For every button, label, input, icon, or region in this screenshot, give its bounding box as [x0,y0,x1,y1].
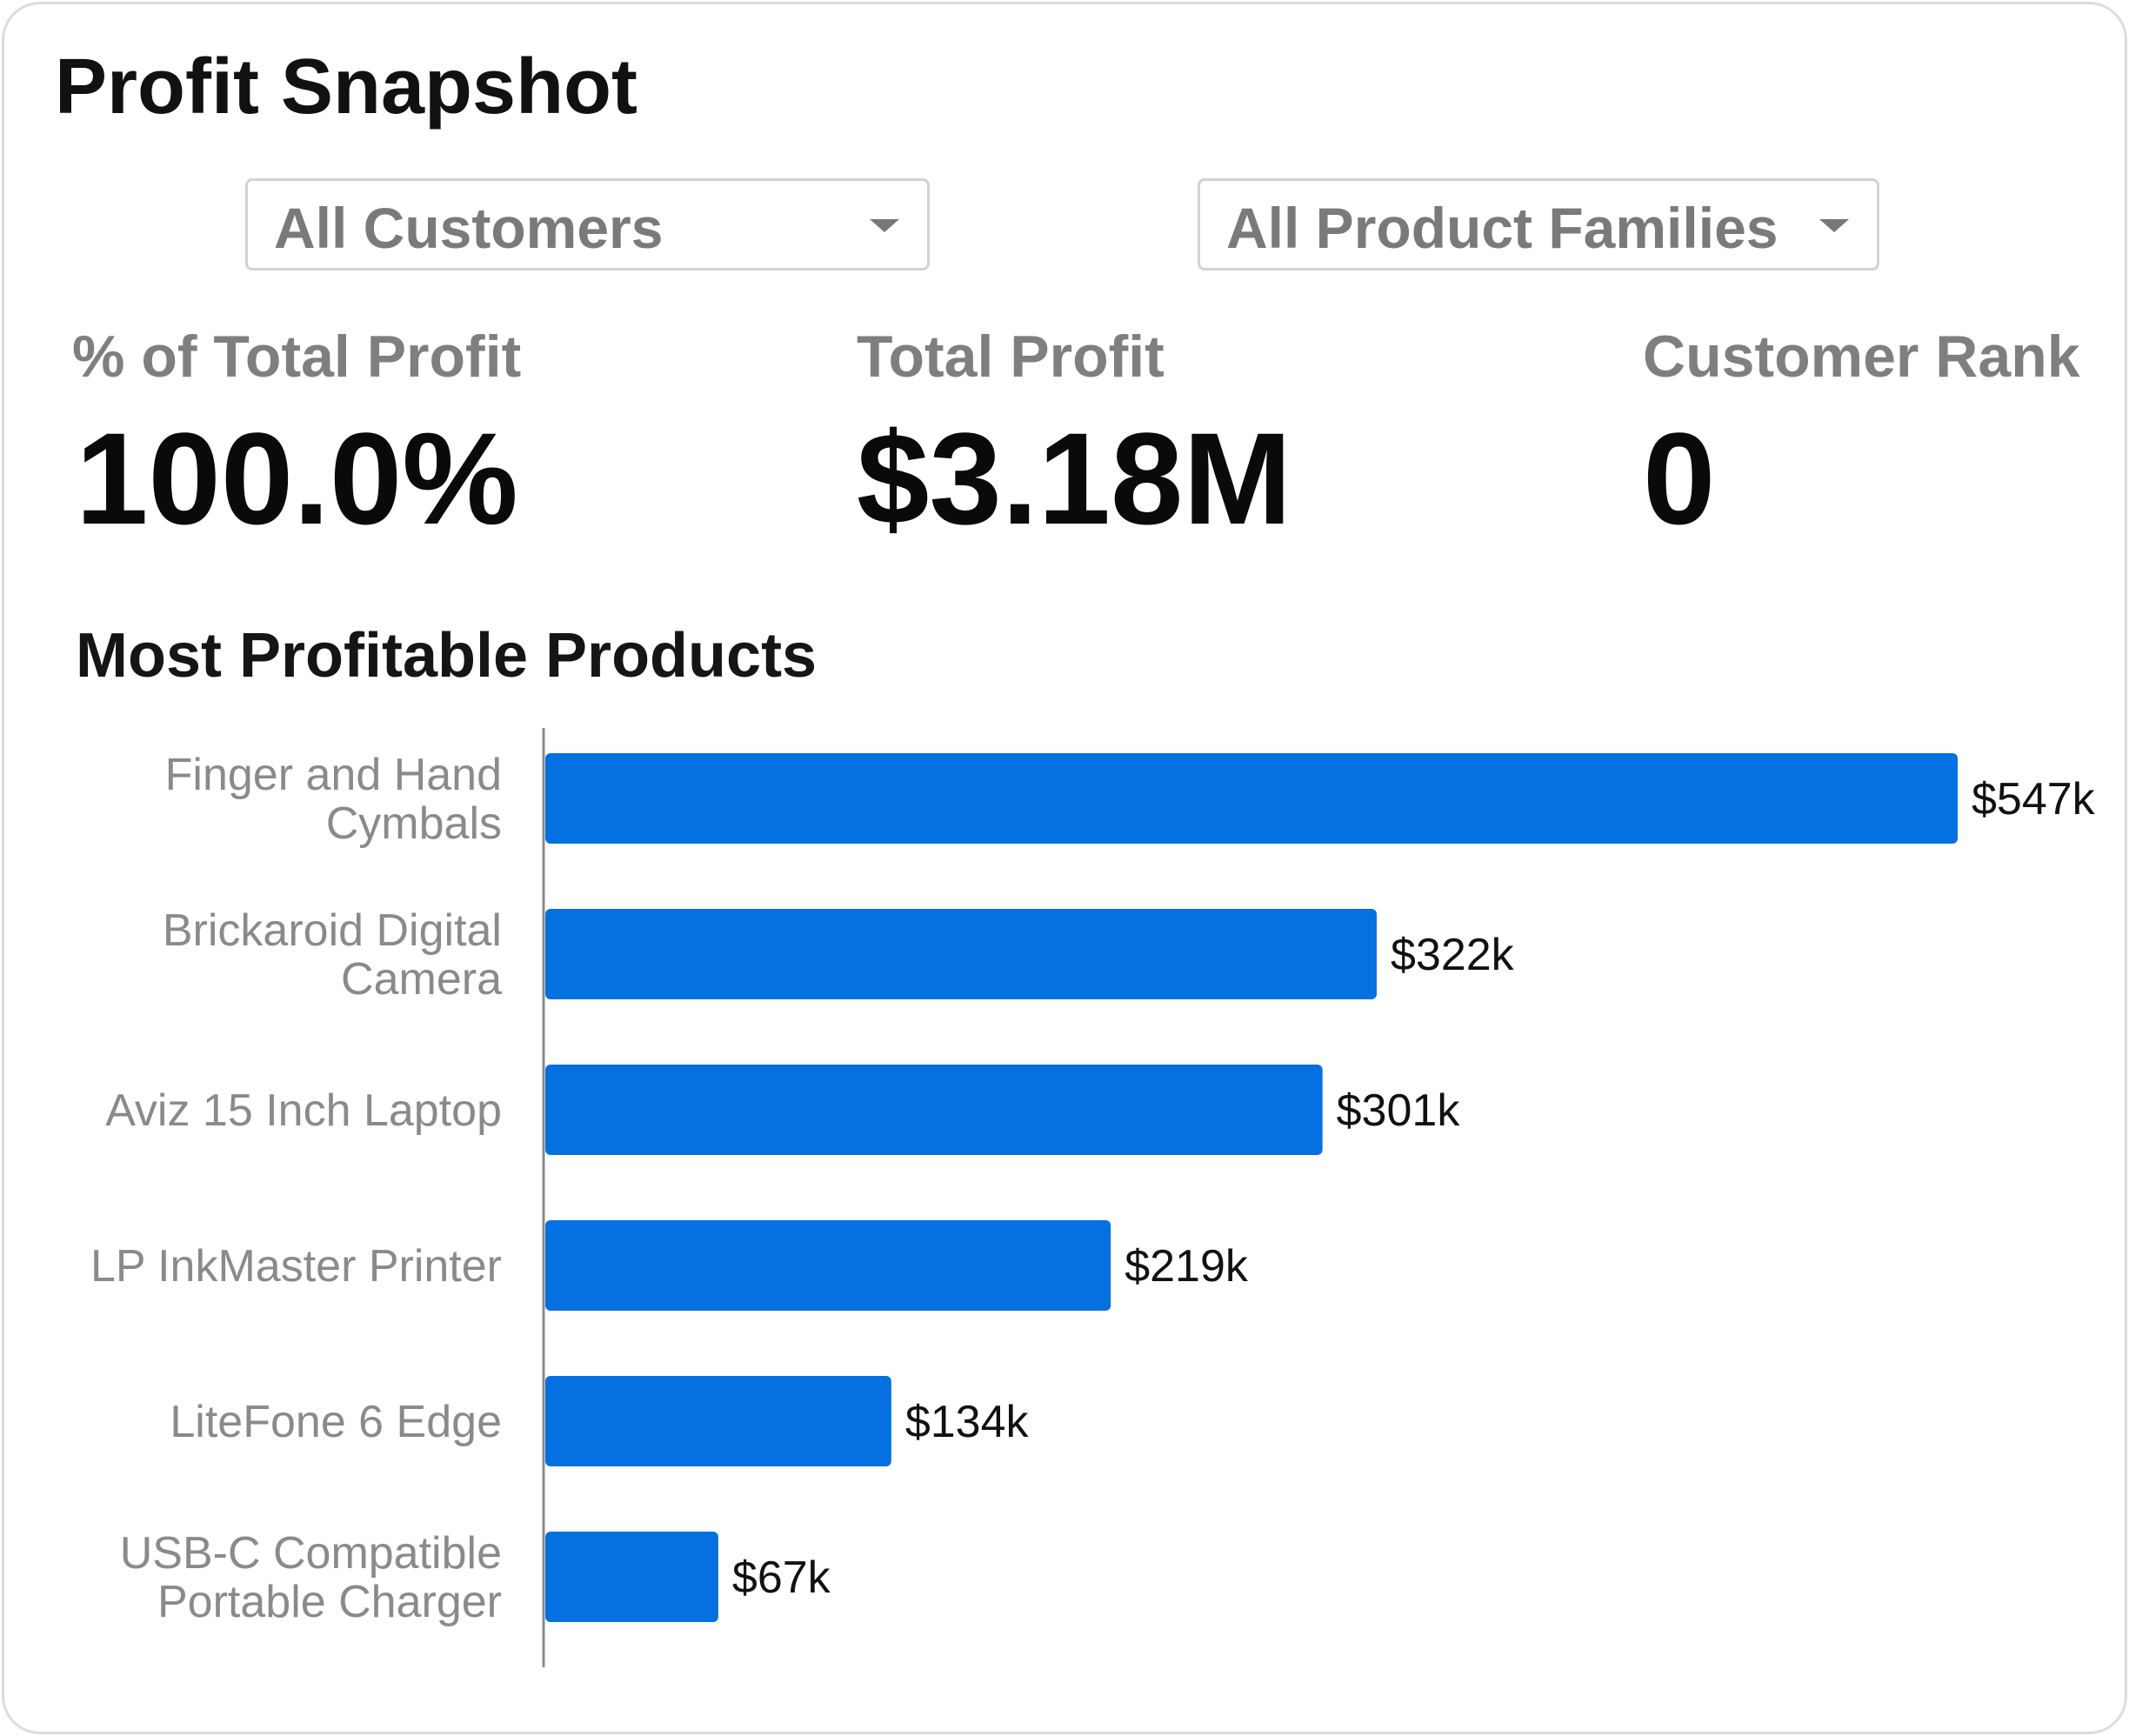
chart-bar[interactable] [545,909,1377,999]
chart-category-label: Aviz 15 Inch Laptop [105,1085,502,1136]
most-profitable-products-chart: $547k Finger and Hand Cymbals $322k Brickaro… [90,728,2096,1667]
chart-category-label: LP InkMaster Printer [90,1241,502,1292]
chart-category-label: Finger and Hand Cymbals [165,750,502,849]
chart-data-label: $67k [732,1552,831,1603]
chart-data-label: $219k [1125,1241,1249,1292]
chart-bar[interactable] [545,1065,1323,1155]
chart-bar[interactable] [545,753,1958,844]
chart-category-label: Brickaroid Digital Camera [163,905,502,1005]
profit-snapshot-card: Profit Snapshot All Customers All Produc… [2,2,2127,1734]
chart-bar[interactable] [545,1376,891,1466]
chart-bar[interactable] [545,1532,718,1622]
chart-category-label: LiteFone 6 Edge [170,1397,502,1447]
chart-data-label: $322k [1391,930,1515,980]
chart-data-label: $134k [905,1397,1030,1447]
chart-data-label: $301k [1337,1085,1461,1136]
chart-bar[interactable] [545,1220,1111,1311]
chart-category-label: USB-C Compatible Portable Charger [120,1528,502,1627]
chart-data-label: $547k [1972,774,2096,825]
